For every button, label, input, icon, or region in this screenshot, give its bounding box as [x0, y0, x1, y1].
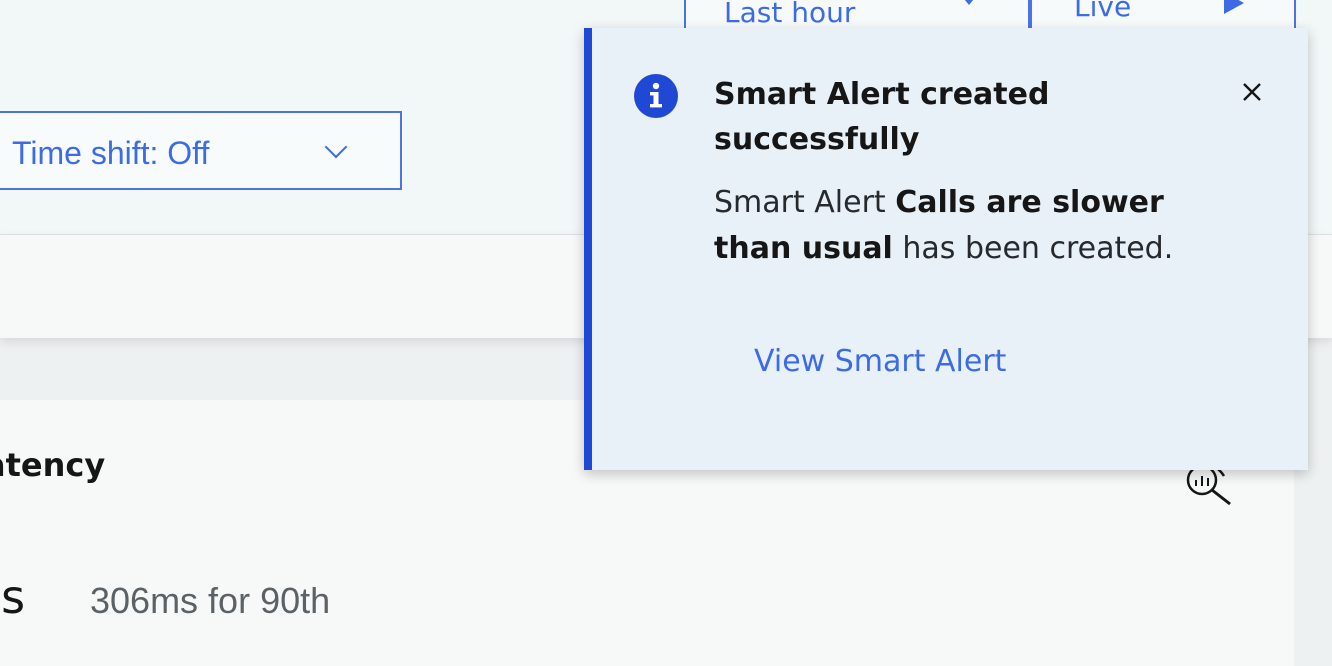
toast-body-prefix: Smart Alert [714, 185, 896, 220]
toast-message: Smart Alert Calls are slower than usual … [714, 180, 1214, 272]
toast-title: Smart Alert created successfully [714, 77, 1050, 157]
view-smart-alert-link[interactable]: View Smart Alert [754, 344, 1006, 379]
play-icon [1224, 0, 1244, 14]
time-range-label: Last hour [724, 0, 856, 29]
card-title: atency [0, 446, 106, 484]
info-icon [634, 74, 678, 118]
close-icon[interactable] [1232, 72, 1272, 112]
chevron-down-icon [324, 135, 348, 159]
card-subvalue: 306ms for 90th [90, 580, 331, 621]
card-value: ns [0, 570, 26, 624]
caret-down-icon [960, 0, 978, 5]
toast-notification: Smart Alert created successfully Smart A… [584, 28, 1308, 470]
toast-body-suffix: has been created. [892, 231, 1174, 266]
time-shift-dropdown[interactable]: Time shift: Off [0, 111, 402, 190]
live-label: Live [1074, 0, 1132, 23]
time-shift-label: Time shift: Off [12, 135, 210, 171]
